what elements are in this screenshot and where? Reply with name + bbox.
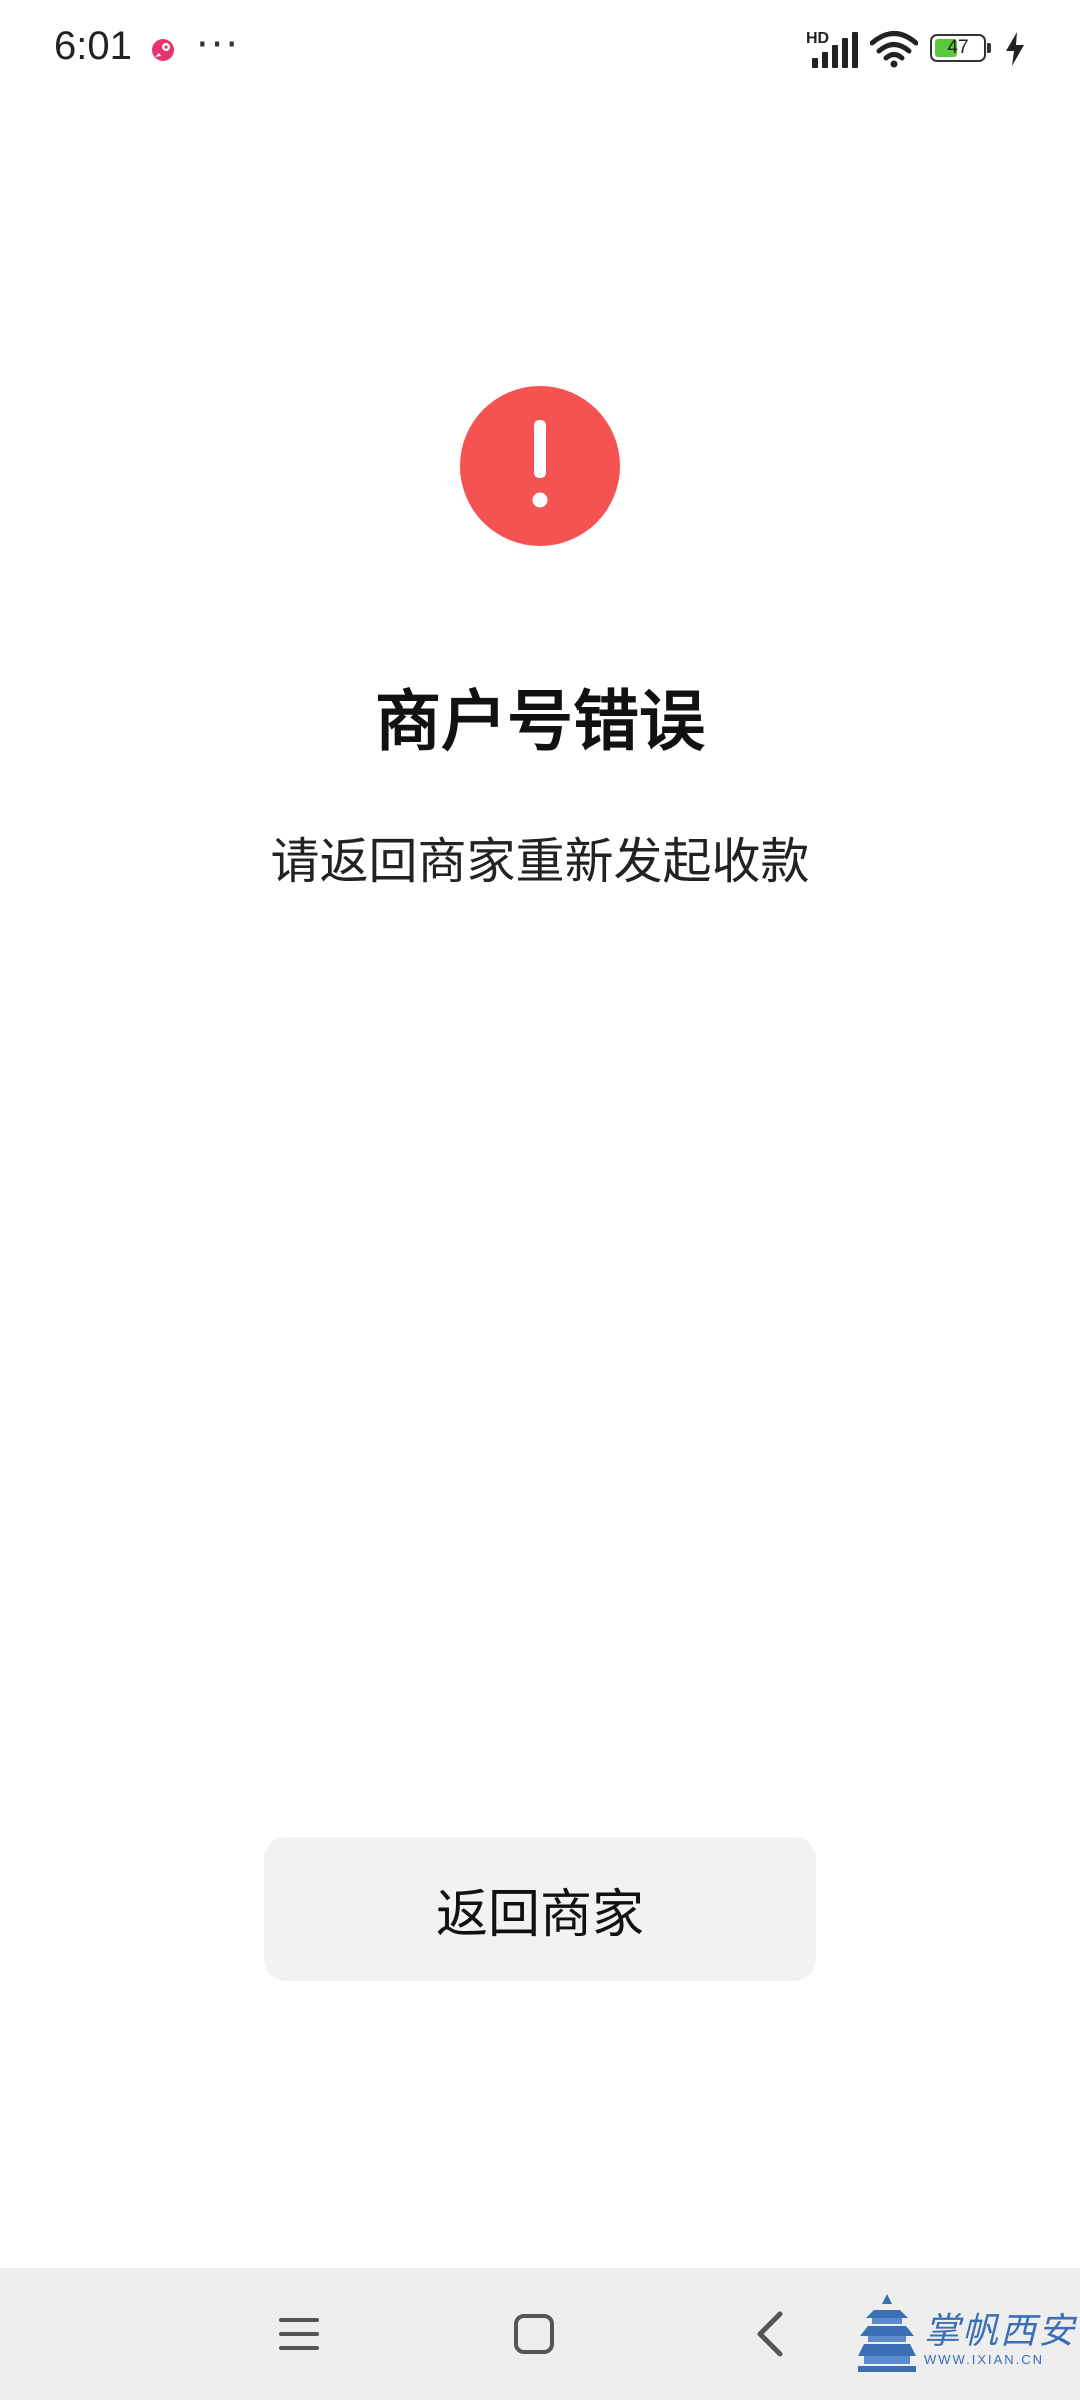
battery-level: 47 — [947, 37, 969, 58]
back-chevron-icon — [757, 2311, 783, 2357]
home-square-icon — [514, 2314, 554, 2354]
status-time: 6:01 — [54, 24, 132, 68]
status-bar: 6:01 ··· HD 47 — [0, 0, 1080, 100]
error-title: 商户号错误 — [375, 683, 705, 760]
watermark-subtitle: WWW.IXIAN.CN — [924, 2352, 1045, 2367]
charging-icon — [1006, 32, 1024, 66]
menu-icon — [279, 2318, 319, 2350]
home-button[interactable] — [474, 2268, 594, 2400]
exclamation-circle-icon — [460, 386, 620, 546]
return-to-merchant-button[interactable]: 返回商家 — [264, 1837, 816, 1981]
battery-icon: 47 — [930, 34, 992, 64]
menu-button[interactable] — [239, 2268, 359, 2400]
error-message: 请返回商家重新发起收款 — [270, 833, 810, 890]
watermark-title: 掌帆西安 — [924, 2311, 1077, 2352]
app-notification-icon — [152, 39, 174, 61]
signal-icon — [812, 32, 858, 68]
wifi-icon — [870, 31, 918, 68]
more-notifications-icon: ··· — [196, 22, 241, 68]
watermark: 掌帆西安 WWW.IXIAN.CN — [858, 2290, 1074, 2380]
pagoda-logo — [858, 2294, 916, 2372]
merchant-error-screen: 6:01 ··· HD 47 商户号错误 请返回商家重新发起收款 返回商家 掌帆… — [0, 0, 1080, 2400]
battery-cap — [987, 43, 991, 53]
back-button[interactable] — [710, 2268, 830, 2400]
